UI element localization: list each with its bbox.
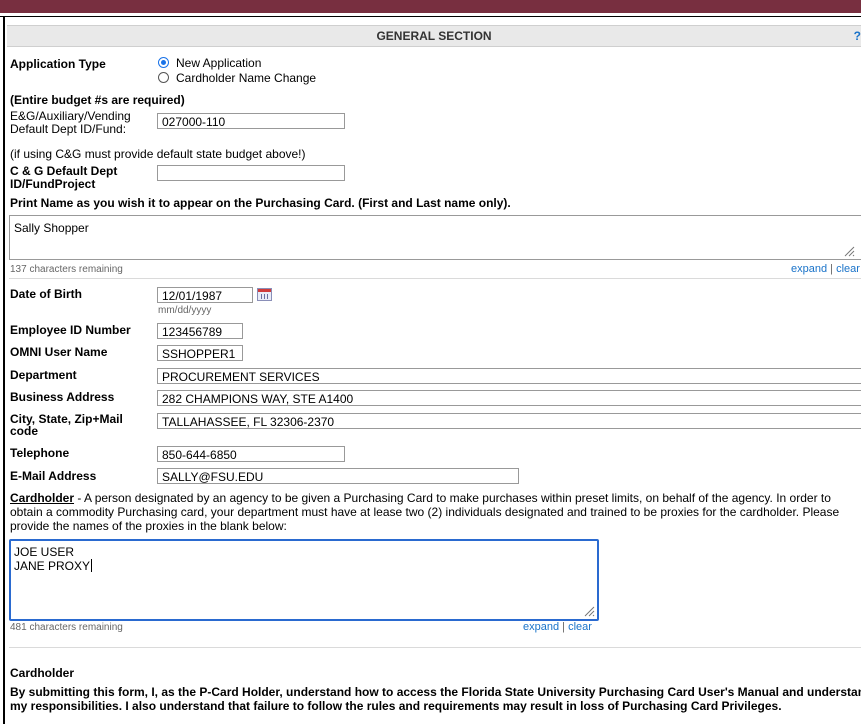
department-label: Department	[10, 368, 77, 382]
telephone-label: Telephone	[10, 446, 70, 460]
proxies-line2: JANE PROXY	[14, 559, 91, 573]
radio-new-application[interactable]	[158, 57, 169, 68]
cg-fund-input[interactable]	[157, 165, 345, 181]
resize-handle-icon[interactable]	[843, 245, 855, 257]
cardholder-def-line2: obtain a commodity Purchasing card, your…	[10, 505, 840, 519]
city-state-input[interactable]: TALLAHASSEE, FL 32306-2370	[157, 413, 861, 429]
application-type-label: Application Type	[10, 57, 106, 71]
cardholder-term: Cardholder	[10, 491, 75, 505]
section-title: GENERAL SECTION	[376, 29, 492, 43]
help-icon[interactable]: ?	[854, 26, 861, 46]
proxies-textarea[interactable]: JOE USER JANE PROXY	[9, 539, 599, 621]
proxies-links: expand | clear	[523, 621, 592, 633]
divider	[9, 278, 861, 279]
employee-id-label: Employee ID Number	[10, 323, 131, 337]
eg-fund-label-line2: Default Dept ID/Fund:	[10, 122, 127, 136]
print-name-value: Sally Shopper	[14, 221, 89, 235]
email-label: E-Mail Address	[10, 469, 97, 483]
proxies-remaining: 481 characters remaining	[10, 622, 123, 633]
omni-user-input[interactable]: SSHOPPER1	[157, 345, 243, 361]
business-address-label: Business Address	[10, 390, 115, 404]
print-name-expand-link[interactable]: expand	[791, 263, 827, 275]
dob-input[interactable]: 12/01/1987	[157, 287, 253, 303]
city-state-label-line2: code	[10, 424, 39, 438]
proxies-line1: JOE USER	[14, 545, 75, 559]
cg-fund-label-line2: ID/FundProject	[10, 177, 96, 191]
cardholder-section-title: Cardholder	[10, 666, 75, 680]
radio-cardholder-name-change[interactable]	[158, 72, 169, 83]
department-input[interactable]: PROCUREMENT SERVICES	[157, 368, 861, 384]
print-name-links: expand | clear	[791, 263, 860, 275]
business-address-input[interactable]: 282 CHAMPIONS WAY, STE A1400	[157, 390, 861, 406]
top-banner	[0, 0, 861, 17]
cardholder-statement: By submitting this form, I, as the P-Car…	[10, 685, 861, 713]
cardholder-def-line3: provide the names of the proxies in the …	[10, 519, 287, 533]
link-separator: |	[830, 263, 834, 275]
employee-id-input[interactable]: 123456789	[157, 323, 243, 339]
dob-format-hint: mm/dd/yyyy	[158, 305, 212, 316]
cardholder-def-line1: - A person designated by an agency to be…	[74, 491, 831, 505]
print-name-label: Print Name as you wish it to appear on t…	[10, 196, 511, 210]
email-input[interactable]: SALLY@FSU.EDU	[157, 468, 519, 484]
proxies-expand-link[interactable]: expand	[523, 621, 559, 633]
cardholder-statement-line1: By submitting this form, I, as the P-Car…	[10, 685, 861, 699]
calendar-icon[interactable]	[257, 288, 272, 301]
radio-new-application-label[interactable]: New Application	[176, 57, 261, 70]
link-separator: |	[562, 621, 566, 633]
cardholder-definition: Cardholder - A person designated by an a…	[10, 491, 861, 533]
radio-cardholder-name-change-label[interactable]: Cardholder Name Change	[176, 72, 316, 85]
proxies-clear-link[interactable]: clear	[568, 621, 592, 633]
text-caret	[91, 559, 93, 572]
budget-note: (Entire budget #s are required)	[10, 93, 185, 107]
section-header: GENERAL SECTION ?	[7, 25, 861, 47]
eg-fund-input[interactable]: 027000-110	[157, 113, 345, 129]
telephone-input[interactable]: 850-644-6850	[157, 446, 345, 462]
print-name-clear-link[interactable]: clear	[836, 263, 860, 275]
print-name-remaining: 137 characters remaining	[10, 264, 123, 275]
resize-handle-icon[interactable]	[583, 605, 595, 617]
dob-label: Date of Birth	[10, 287, 82, 301]
cardholder-statement-line2: my responsibilities. I also understand t…	[10, 699, 782, 713]
print-name-textarea[interactable]: Sally Shopper	[9, 215, 861, 260]
omni-user-label: OMNI User Name	[10, 345, 108, 359]
banner-color-strip	[0, 0, 861, 13]
cg-note: (if using C&G must provide default state…	[10, 147, 306, 161]
divider	[9, 647, 861, 648]
